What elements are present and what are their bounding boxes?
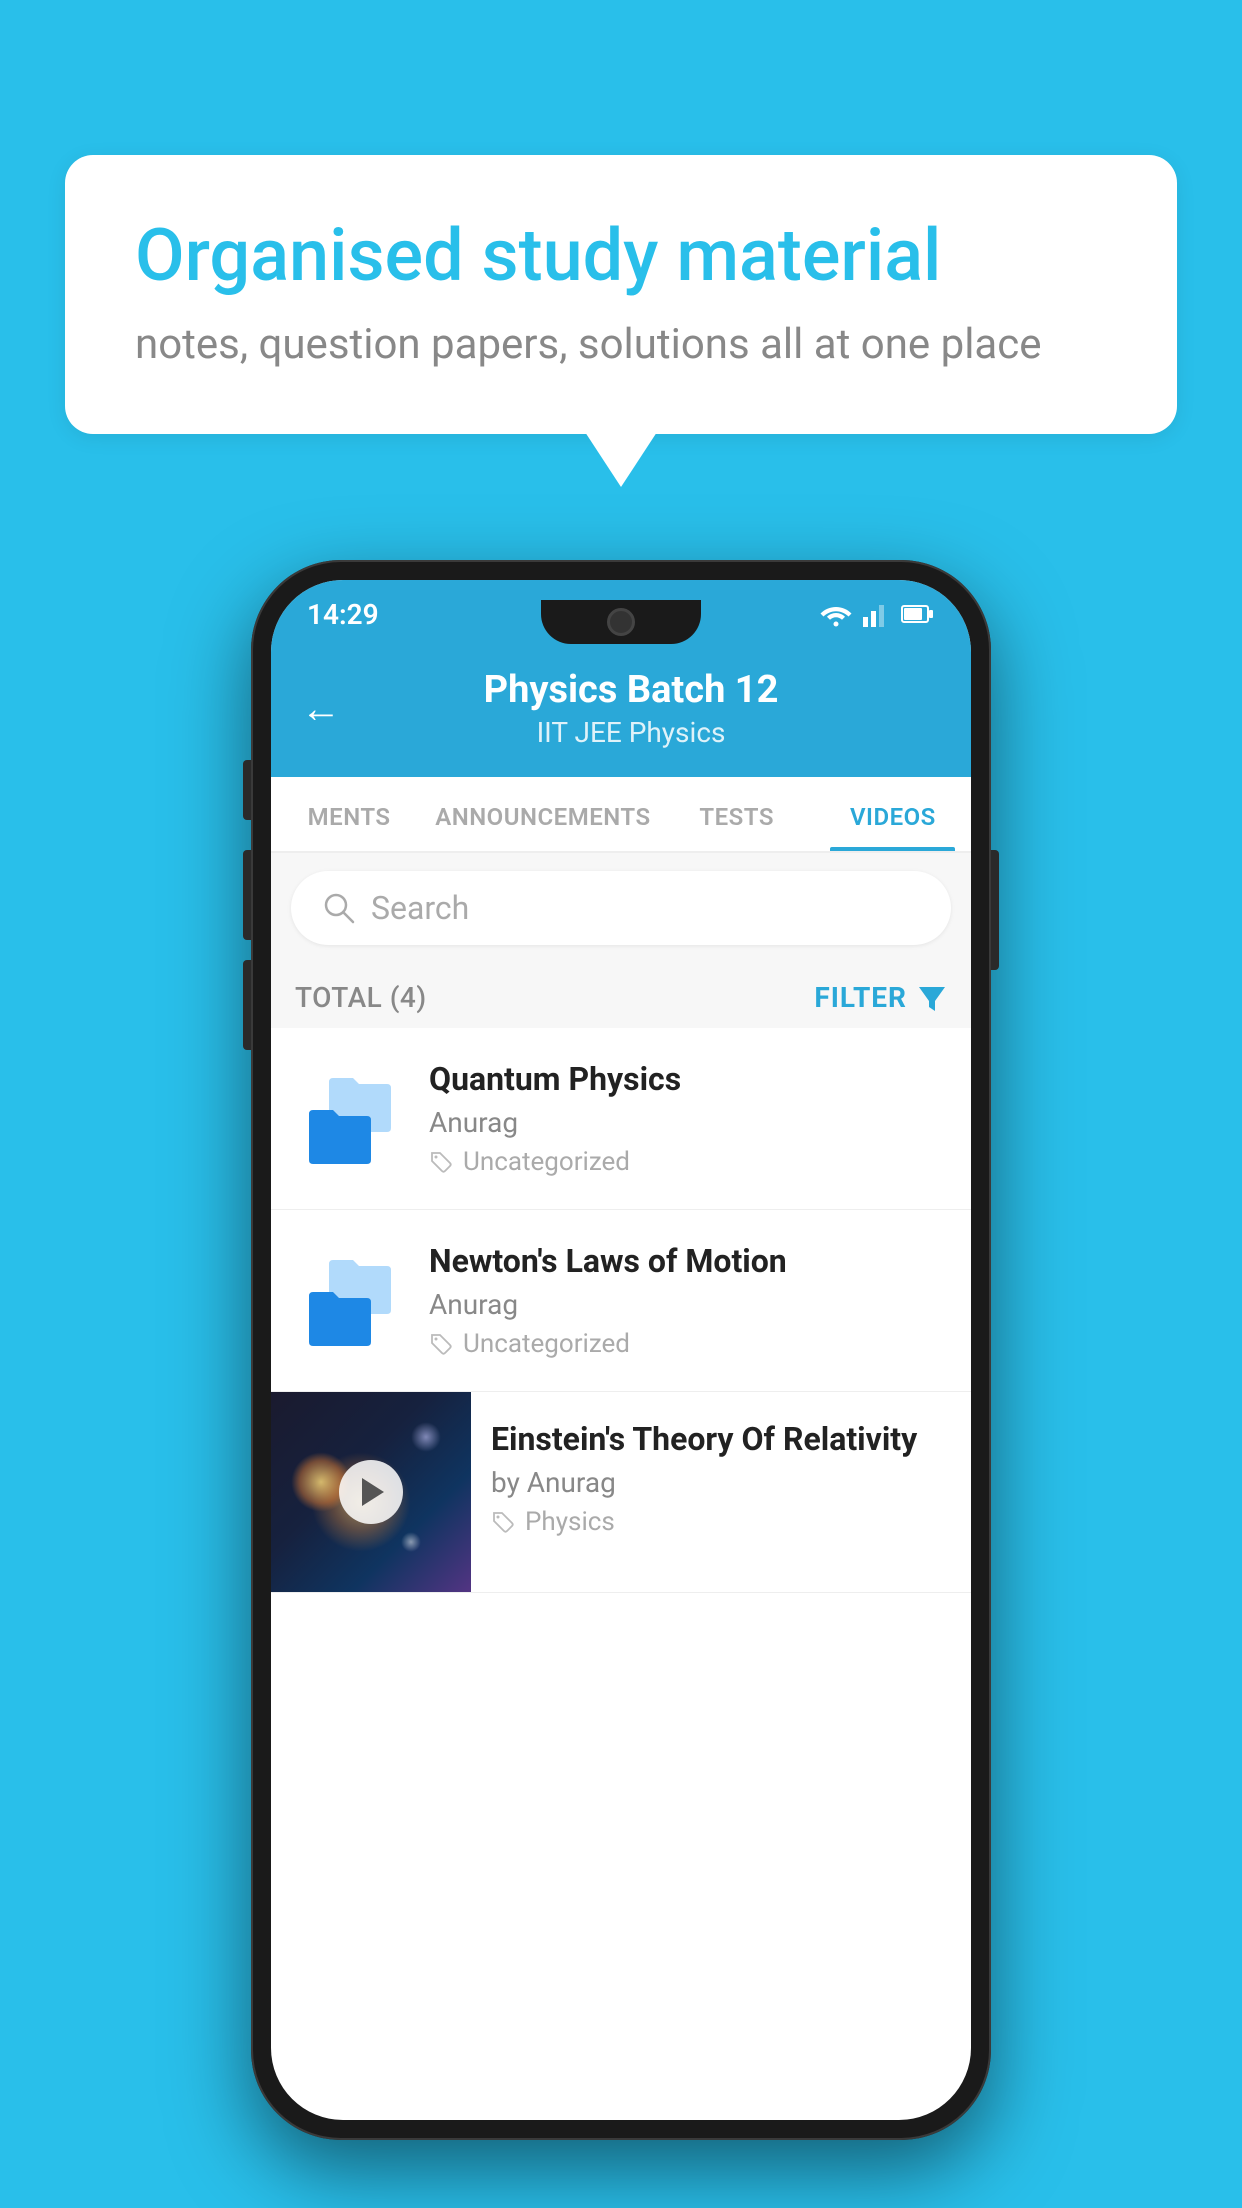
speech-bubble-arrow <box>585 432 657 487</box>
list-item[interactable]: Einstein's Theory Of Relativity by Anura… <box>271 1392 971 1593</box>
video-author-1: Anurag <box>429 1106 947 1139</box>
video-info-einstein: Einstein's Theory Of Relativity by Anura… <box>471 1392 971 1565</box>
speech-bubble-title: Organised study material <box>135 215 1107 298</box>
phone-container: 14:29 <box>251 560 991 2140</box>
speech-bubble: Organised study material notes, question… <box>65 155 1177 434</box>
video-info-2: Newton's Laws of Motion Anurag Uncategor… <box>429 1242 947 1359</box>
folder-icon-1 <box>305 1074 395 1164</box>
folder-icon-2 <box>305 1256 395 1346</box>
filter-button[interactable]: FILTER <box>814 981 947 1014</box>
video-title-1: Quantum Physics <box>429 1060 947 1098</box>
wifi-icon <box>819 601 853 627</box>
header-subtitle: IIT JEE Physics <box>361 716 901 749</box>
search-bar[interactable]: Search <box>291 871 951 945</box>
video-list: Quantum Physics Anurag Uncategorized <box>271 1028 971 1593</box>
tab-announcements[interactable]: ANNOUNCEMENTS <box>427 777 658 851</box>
video-title-einstein: Einstein's Theory Of Relativity <box>491 1420 951 1458</box>
speech-bubble-subtitle: notes, question papers, solutions all at… <box>135 320 1107 369</box>
tag-icon <box>491 1510 515 1534</box>
tab-videos[interactable]: VIDEOS <box>815 777 971 851</box>
signal-icon <box>863 601 891 627</box>
search-bar-wrapper: Search <box>271 853 971 963</box>
side-button-vol-down <box>243 960 251 1050</box>
search-placeholder: Search <box>371 889 469 927</box>
tab-ments[interactable]: MENTS <box>271 777 427 851</box>
video-thumbnail-einstein <box>271 1392 471 1592</box>
folder-thumbnail-2 <box>295 1246 405 1356</box>
tag-icon <box>429 1332 453 1356</box>
phone-screen: 14:29 <box>271 580 971 2120</box>
play-triangle-icon <box>362 1478 384 1506</box>
video-author-einstein: by Anurag <box>491 1466 951 1499</box>
side-button-power <box>243 760 251 820</box>
video-author-2: Anurag <box>429 1288 947 1321</box>
tab-tests[interactable]: TESTS <box>659 777 815 851</box>
side-button-right <box>991 850 999 970</box>
status-icons <box>819 601 935 627</box>
play-button-einstein[interactable] <box>339 1460 403 1524</box>
header-title: Physics Batch 12 <box>361 668 901 712</box>
camera-notch <box>607 608 635 636</box>
video-info-1: Quantum Physics Anurag Uncategorized <box>429 1060 947 1177</box>
video-tag-einstein: Physics <box>491 1507 951 1537</box>
phone-notch <box>541 600 701 644</box>
video-tag-1: Uncategorized <box>429 1147 947 1177</box>
search-icon <box>321 890 357 926</box>
tabs-bar: MENTS ANNOUNCEMENTS TESTS VIDEOS <box>271 777 971 853</box>
status-time: 14:29 <box>307 598 379 631</box>
list-item[interactable]: Newton's Laws of Motion Anurag Uncategor… <box>271 1210 971 1392</box>
speech-bubble-container: Organised study material notes, question… <box>65 155 1177 487</box>
video-tag-2: Uncategorized <box>429 1329 947 1359</box>
filter-row: TOTAL (4) FILTER <box>271 963 971 1028</box>
folder-thumbnail-1 <box>295 1064 405 1174</box>
tag-icon <box>429 1150 453 1174</box>
header-text: Physics Batch 12 IIT JEE Physics <box>361 668 901 749</box>
phone-outer: 14:29 <box>251 560 991 2140</box>
battery-icon <box>901 604 935 624</box>
video-title-2: Newton's Laws of Motion <box>429 1242 947 1280</box>
filter-icon <box>917 983 947 1013</box>
total-count: TOTAL (4) <box>295 981 427 1014</box>
back-button[interactable]: ← <box>301 685 341 732</box>
app-header: ← Physics Batch 12 IIT JEE Physics <box>271 648 971 777</box>
side-button-vol-up <box>243 850 251 940</box>
list-item[interactable]: Quantum Physics Anurag Uncategorized <box>271 1028 971 1210</box>
filter-label: FILTER <box>814 981 907 1014</box>
